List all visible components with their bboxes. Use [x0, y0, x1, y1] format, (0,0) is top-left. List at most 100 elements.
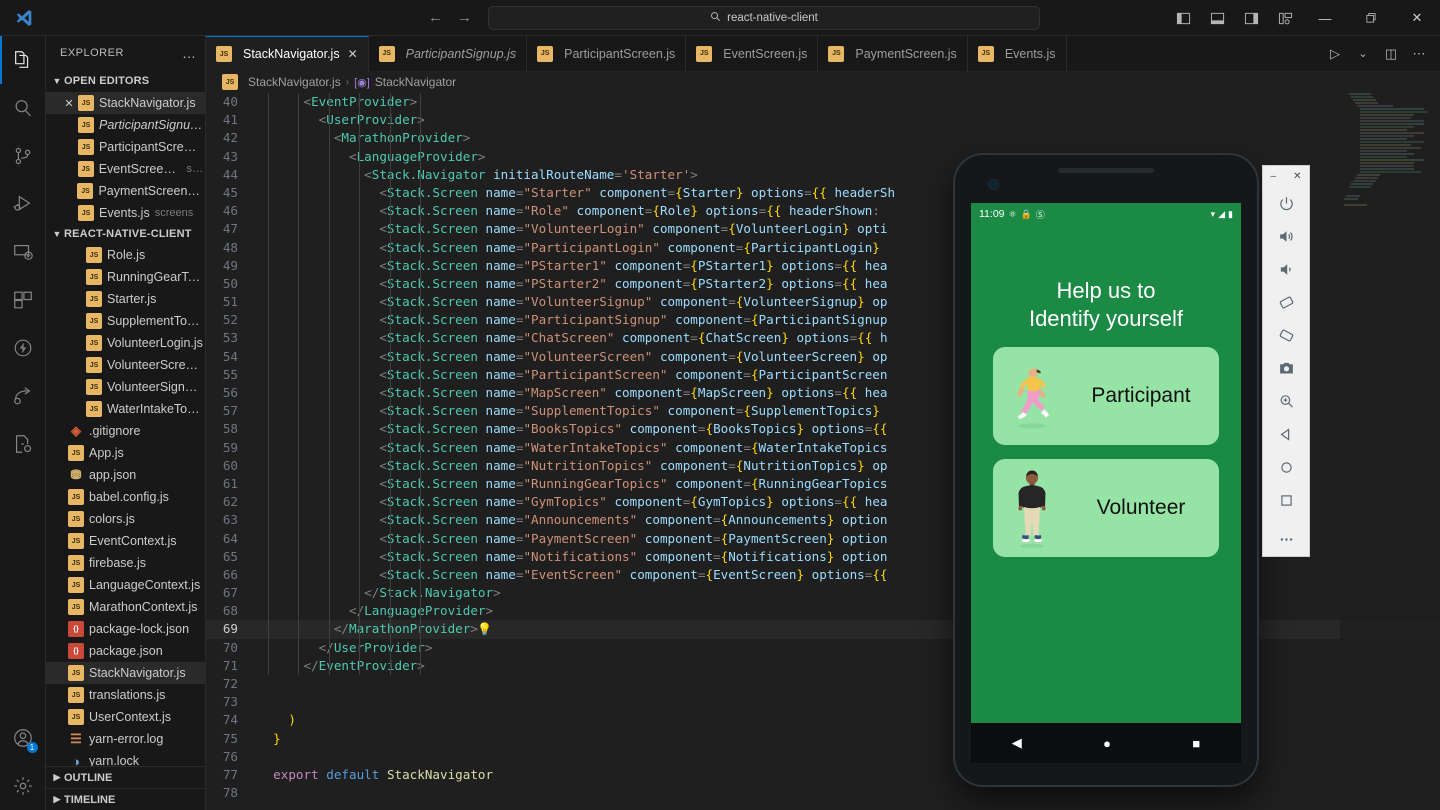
line-number: 48 — [222, 239, 238, 255]
volume-down-button[interactable] — [1262, 253, 1310, 286]
sidebar-item-explorer[interactable] — [0, 36, 46, 84]
list-item[interactable]: JS SupplementTopi… — [46, 310, 205, 332]
android-emulator-window[interactable]: 11:09 ⚛ 🔒 Ⓢ ▾ ◢ ▮ Help us to Identify yo… — [955, 155, 1257, 785]
overview-button[interactable] — [1262, 484, 1310, 517]
volume-up-button[interactable] — [1262, 220, 1310, 253]
editor-tab[interactable]: JS ParticipantSignup.js — [368, 36, 528, 71]
list-item[interactable]: JS LanguageContext.js — [46, 574, 205, 596]
list-item[interactable]: JS babel.config.js — [46, 486, 205, 508]
android-home-button[interactable]: ● — [1103, 736, 1111, 751]
power-button[interactable] — [1262, 187, 1310, 220]
manage-gear-icon[interactable] — [0, 762, 46, 810]
list-item[interactable]: JS ParticipantScree… — [46, 136, 205, 158]
editor-tab[interactable]: JS StackNavigator.js ✕ — [206, 36, 369, 71]
list-item[interactable]: JS VolunteerScreen… — [46, 354, 205, 376]
more-actions-icon[interactable]: ⋯ — [1406, 36, 1432, 71]
list-item[interactable]: ◈ .gitignore — [46, 420, 205, 442]
list-item[interactable]: ◑ yarn.lock — [46, 750, 205, 766]
sidebar-more-actions-icon[interactable]: … — [182, 45, 197, 61]
timeline-panel-header[interactable]: ▶ TIMELINE — [46, 788, 205, 810]
list-item[interactable]: JS UserContext.js — [46, 706, 205, 728]
list-item[interactable]: JS VolunteerLogin.js — [46, 332, 205, 354]
list-item[interactable]: JS StackNavigator.js — [46, 662, 205, 685]
sidebar-item-testing[interactable] — [0, 420, 46, 468]
list-item[interactable]: ✕ JS StackNavigator.js — [46, 92, 205, 115]
toggle-primary-sidebar-icon[interactable] — [1166, 0, 1200, 36]
list-item[interactable]: JS RunningGearTo… — [46, 266, 205, 288]
editor-tab[interactable]: JS ParticipantScreen.js — [527, 36, 687, 71]
list-item[interactable]: JS MarathonContext.js — [46, 596, 205, 618]
participant-card-button[interactable]: Participant — [993, 347, 1219, 446]
android-back-button[interactable]: ◀ — [1012, 735, 1022, 751]
list-item[interactable]: JS ParticipantSignu… — [46, 114, 205, 136]
toggle-secondary-sidebar-icon[interactable] — [1234, 0, 1268, 36]
lightbulb-icon[interactable]: 💡 — [477, 620, 492, 638]
list-item-label: EventScreen.js — [98, 162, 182, 177]
customize-layout-icon[interactable] — [1268, 0, 1302, 36]
breadcrumb-file[interactable]: StackNavigator.js — [248, 75, 341, 89]
run-file-icon[interactable]: ▷ — [1322, 36, 1348, 71]
volunteer-card-button[interactable]: Volunteer — [993, 459, 1219, 558]
sidebar-item-remote-explorer[interactable] — [0, 228, 46, 276]
zoom-button[interactable] — [1262, 385, 1310, 418]
list-item[interactable]: JS App.js — [46, 442, 205, 464]
split-editor-icon[interactable]: ◫ — [1378, 36, 1404, 71]
chevron-down-icon[interactable]: ⌄ — [1350, 36, 1376, 71]
sidebar-item-live-share[interactable] — [0, 372, 46, 420]
rotate-right-button[interactable] — [1262, 319, 1310, 352]
accounts-icon[interactable]: 1 — [0, 714, 46, 762]
emulator-minimize-button[interactable]: – — [1271, 171, 1277, 182]
line-number: 64 — [222, 530, 238, 546]
list-item[interactable]: JS VolunteerSignup… — [46, 376, 205, 398]
list-item[interactable]: JS Events.js screens — [46, 202, 205, 222]
emulator-close-button[interactable]: ✕ — [1293, 171, 1301, 182]
toggle-panel-icon[interactable] — [1200, 0, 1234, 36]
sidebar-item-thunder-client[interactable] — [0, 324, 46, 372]
list-item[interactable]: JS translations.js — [46, 684, 205, 706]
indent-guide — [268, 93, 269, 676]
breadcrumb[interactable]: JS StackNavigator.js › [◉] StackNavigato… — [206, 71, 1440, 93]
line-content: <Stack.Screen name="PaymentScreen" compo… — [379, 530, 888, 546]
list-item[interactable]: ⛃ app.json — [46, 464, 205, 486]
home-button[interactable] — [1262, 451, 1310, 484]
editor-tab[interactable]: JS PaymentScreen.js — [818, 36, 968, 71]
list-item[interactable]: JS PaymentScreen.j… — [46, 180, 205, 202]
go-back-icon[interactable]: ← — [428, 9, 443, 26]
screenshot-button[interactable] — [1262, 352, 1310, 385]
android-recents-button[interactable]: ■ — [1192, 736, 1200, 751]
breadcrumb-symbol[interactable]: StackNavigator — [375, 75, 456, 89]
project-section-header[interactable]: ▼ REACT-NATIVE-CLIENT — [46, 223, 205, 245]
sidebar-item-run-and-debug[interactable] — [0, 180, 46, 228]
back-button[interactable] — [1262, 418, 1310, 451]
close-editor-icon[interactable]: ✕ — [60, 97, 78, 110]
list-item[interactable]: JS colors.js — [46, 508, 205, 530]
list-item[interactable]: JS Starter.js — [46, 288, 205, 310]
list-item[interactable]: JS EventScreen.js s… — [46, 158, 205, 180]
command-center-search[interactable]: react-native-client — [488, 5, 1040, 30]
sidebar-item-source-control[interactable] — [0, 132, 46, 180]
list-item[interactable]: JS EventContext.js — [46, 530, 205, 552]
rotate-left-button[interactable] — [1262, 286, 1310, 319]
outline-panel-header[interactable]: ▶ OUTLINE — [46, 766, 205, 788]
sidebar-item-extensions[interactable] — [0, 276, 46, 324]
open-editors-section-header[interactable]: ▼ OPEN EDITORS — [46, 71, 205, 93]
sidebar-item-search[interactable] — [0, 84, 46, 132]
list-item[interactable]: JS firebase.js — [46, 552, 205, 574]
minimize-button[interactable]: — — [1302, 0, 1348, 36]
emulator-screen[interactable]: 11:09 ⚛ 🔒 Ⓢ ▾ ◢ ▮ Help us to Identify yo… — [971, 203, 1241, 723]
list-item[interactable]: JS Role.js — [46, 244, 205, 266]
js-file-icon: JS — [68, 555, 84, 572]
list-item[interactable]: JS WaterIntakeTopi… — [46, 398, 205, 420]
editor-tab[interactable]: JS Events.js — [967, 36, 1067, 71]
line-content: </UserProvider> — [318, 639, 433, 655]
editor-tab[interactable]: JS EventScreen.js — [686, 36, 819, 71]
list-item[interactable]: {} package-lock.json — [46, 618, 205, 640]
close-window-button[interactable]: ✕ — [1394, 0, 1440, 36]
list-item[interactable]: {} package.json — [46, 640, 205, 662]
maximize-restore-button[interactable] — [1348, 0, 1394, 36]
close-tab-icon[interactable]: ✕ — [348, 47, 358, 61]
go-forward-icon[interactable]: → — [457, 9, 472, 26]
list-item[interactable]: ☰ yarn-error.log — [46, 728, 205, 750]
js-file-icon: JS — [828, 45, 845, 62]
extended-controls-button[interactable] — [1262, 523, 1310, 556]
